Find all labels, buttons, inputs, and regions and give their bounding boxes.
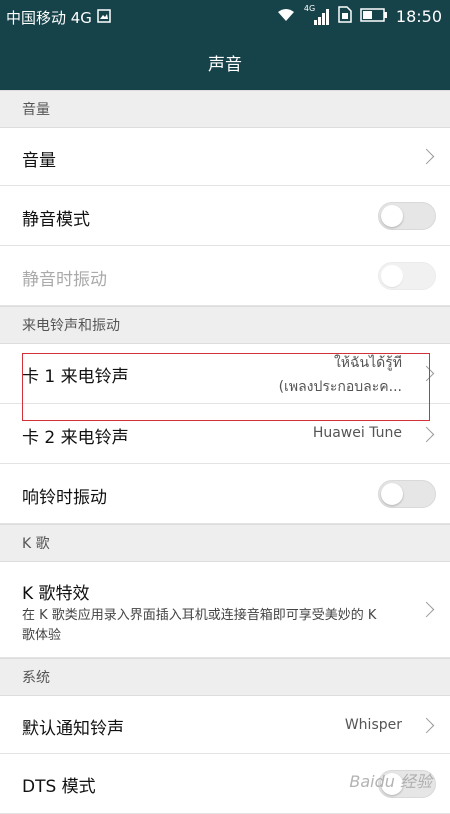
image-notification-icon [97, 8, 111, 27]
volume-label: 音量 [22, 151, 56, 171]
toggle-knob [381, 265, 403, 287]
chevron-right-icon [418, 365, 435, 382]
sim-icon [338, 6, 352, 27]
status-bar: 中国移动 4G 4G 18:50 [0, 0, 450, 32]
default-notification-label: 默认通知铃声 [22, 719, 124, 739]
karaoke-effect-description: 在 K 歌类应用录入界面插入耳机或连接音箱即可享受美妙的 K 歌体验 [22, 608, 377, 643]
mute-vibrate-label: 静音时振动 [22, 270, 107, 290]
ring-vibrate-toggle[interactable] [378, 480, 436, 508]
clock: 18:50 [395, 7, 442, 26]
section-header-system: 系统 [0, 658, 450, 696]
chevron-right-icon [418, 601, 435, 618]
sim1-ringtone-label: 卡 1 来电铃声 [22, 367, 129, 387]
sim2-ringtone-row[interactable]: 卡 2 来电铃声 Huawei Tune [0, 404, 450, 464]
mute-mode-row[interactable]: 静音模式 [0, 186, 450, 246]
watermark: Baidu 经验 [349, 772, 432, 791]
carrier-label: 中国移动 4G [6, 9, 92, 27]
sim2-ringtone-value: Huawei Tune [312, 425, 402, 441]
mute-mode-label: 静音模式 [22, 210, 90, 230]
sim1-ringtone-row[interactable]: 卡 1 来电铃声 ให้ฉันได้รู้ที (เพลงประกอบละค..… [0, 344, 450, 404]
sim2-ringtone-label: 卡 2 来电铃声 [22, 428, 129, 448]
chevron-right-icon [418, 717, 435, 734]
sim1-ringtone-value: ให้ฉันได้รู้ที (เพลงประกอบละค... [279, 352, 402, 398]
section-header-volume: 音量 [0, 90, 450, 128]
title-bar: 声音 [0, 32, 450, 90]
sim1-ringtone-value-line1: ให้ฉันได้รู้ที [333, 355, 402, 371]
karaoke-effect-label: K 歌特效 [22, 584, 90, 604]
network-type-label: 4G [303, 3, 316, 13]
settings-list: 音量 音量 静音模式 静音时振动 来电铃声和振动 卡 1 来电铃声 ให้ฉัน… [0, 90, 450, 814]
karaoke-effect-row[interactable]: K 歌特效 在 K 歌类应用录入界面插入耳机或连接音箱即可享受美妙的 K 歌体验 [0, 562, 450, 658]
signal-icon: 4G [304, 4, 330, 26]
mute-vibrate-row: 静音时振动 [0, 246, 450, 306]
toggle-knob [381, 205, 403, 227]
mute-mode-toggle[interactable] [378, 202, 436, 230]
ring-vibrate-label: 响铃时振动 [22, 488, 107, 508]
ring-vibrate-row[interactable]: 响铃时振动 [0, 464, 450, 524]
default-notification-row[interactable]: 默认通知铃声 Whisper [0, 696, 450, 754]
toggle-knob [381, 483, 403, 505]
volume-row[interactable]: 音量 [0, 128, 450, 186]
section-header-karaoke: K 歌 [0, 524, 450, 562]
default-notification-value: Whisper [344, 717, 402, 733]
section-header-ringtone: 来电铃声和振动 [0, 306, 450, 344]
sim1-ringtone-value-line2: (เพลงประกอบละค... [278, 379, 402, 395]
battery-icon [360, 7, 388, 26]
mute-vibrate-toggle [378, 262, 436, 290]
page-title: 声音 [208, 55, 242, 75]
dts-mode-label: DTS 模式 [22, 777, 96, 797]
chevron-right-icon [418, 426, 435, 443]
wifi-icon [276, 7, 296, 27]
chevron-right-icon [418, 148, 435, 165]
